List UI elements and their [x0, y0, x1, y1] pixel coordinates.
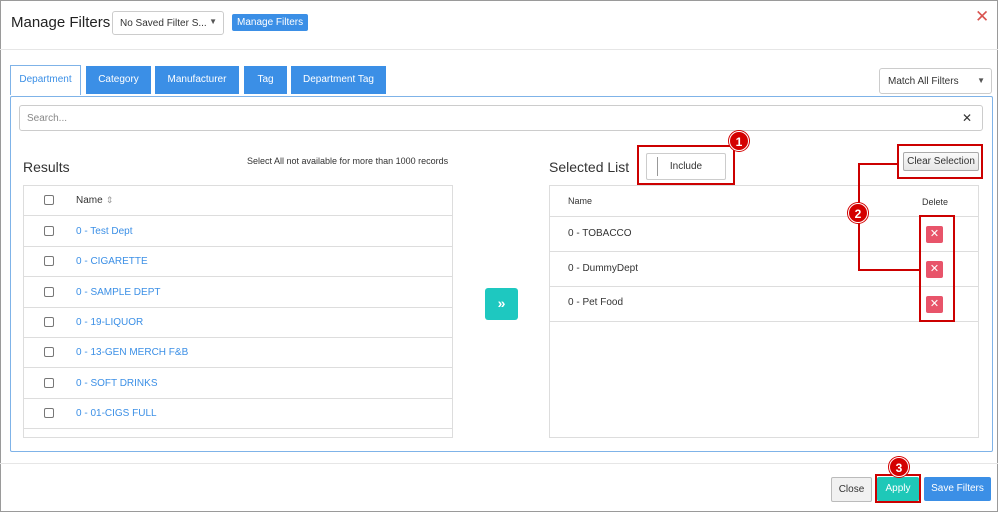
row-checkbox[interactable] — [44, 317, 54, 327]
result-item-label[interactable]: 0 - SOFT DRINKS — [76, 378, 158, 389]
select-all-checkbox[interactable] — [44, 195, 54, 205]
selected-row: 0 - TOBACCO ✕ — [550, 217, 978, 252]
annotation-box-include — [637, 145, 735, 185]
table-row[interactable]: 0 - 01-CIGS FULL — [24, 399, 452, 429]
row-checkbox[interactable] — [44, 226, 54, 236]
results-table: Name ⇕ 0 - Test Dept 0 - CIGARETTE 0 - SA… — [23, 185, 453, 438]
annotation-badge: 2 — [848, 203, 868, 223]
select-all-note: Select All not available for more than 1… — [247, 156, 449, 166]
table-row[interactable]: 0 - CIGARETTE — [24, 247, 452, 277]
selected-list-title: Selected List — [549, 159, 630, 175]
selected-name-header: Name — [568, 196, 593, 206]
annotation-box-delete — [919, 215, 955, 322]
selected-item-label: 0 - Pet Food — [568, 297, 624, 308]
selected-item-label: 0 - TOBACCO — [568, 228, 632, 239]
header-divider — [0, 49, 998, 50]
save-filters-button[interactable]: Save Filters — [924, 477, 991, 501]
result-item-label[interactable]: 0 - 13-GEN MERCH F&B — [76, 347, 188, 358]
tab-manufacturer[interactable]: Manufacturer — [155, 66, 239, 94]
table-row[interactable]: 0 - 13-GEN MERCH F&B — [24, 338, 452, 368]
results-header-row: Name ⇕ — [24, 186, 452, 216]
saved-filter-select[interactable]: No Saved Filter S... ▼ — [112, 11, 224, 35]
dialog-title: Manage Filters — [11, 14, 111, 31]
result-item-label[interactable]: 0 - 01-CIGS FULL — [76, 408, 157, 419]
caret-down-icon: ▼ — [209, 17, 217, 26]
result-item-label[interactable]: 0 - 19-LIQUOR — [76, 317, 143, 328]
row-checkbox[interactable] — [44, 347, 54, 357]
row-checkbox[interactable] — [44, 256, 54, 266]
table-row[interactable]: 0 - SOFT DRINKS — [24, 368, 452, 399]
footer-divider — [0, 463, 998, 464]
row-checkbox[interactable] — [44, 408, 54, 418]
row-checkbox[interactable] — [44, 287, 54, 297]
name-column-header[interactable]: Name ⇕ — [76, 195, 113, 206]
row-checkbox[interactable] — [44, 378, 54, 388]
close-icon[interactable]: ✕ — [975, 8, 989, 25]
selected-table: Name Delete 0 - TOBACCO ✕ 0 - DummyDept … — [549, 185, 979, 438]
annotation-badge: 1 — [729, 131, 749, 151]
manage-filters-button[interactable]: Manage Filters — [232, 14, 309, 31]
result-item-label[interactable]: 0 - CIGARETTE — [76, 256, 148, 267]
annotation-connector — [858, 269, 920, 271]
caret-down-icon: ▼ — [977, 76, 985, 85]
match-filter-select[interactable]: Match All Filters ▼ — [879, 68, 992, 94]
selected-header-row: Name Delete — [550, 186, 978, 217]
search-bar: ✕ — [19, 105, 983, 131]
sort-icon[interactable]: ⇕ — [106, 195, 114, 205]
tab-category[interactable]: Category — [86, 66, 151, 94]
annotation-badge: 3 — [889, 457, 909, 477]
close-button[interactable]: Close — [831, 477, 872, 502]
table-row[interactable]: 0 - SAMPLE DEPT — [24, 277, 452, 308]
move-to-selected-button[interactable]: » — [485, 288, 518, 320]
result-item-label[interactable]: 0 - Test Dept — [76, 226, 133, 237]
apply-button[interactable]: Apply — [877, 477, 919, 501]
match-filter-value: Match All Filters — [888, 76, 959, 87]
selected-row: 0 - Pet Food ✕ — [550, 287, 978, 322]
table-row[interactable]: 0 - 19-LIQUOR — [24, 308, 452, 338]
tab-department[interactable]: Department — [10, 65, 81, 95]
saved-filter-value: No Saved Filter S... — [120, 18, 207, 29]
table-row[interactable]: 0 - Test Dept — [24, 216, 452, 247]
annotation-connector — [858, 163, 898, 165]
tab-department-tag[interactable]: Department Tag — [291, 66, 386, 94]
results-title: Results — [23, 159, 70, 175]
clear-search-icon[interactable]: ✕ — [962, 111, 972, 125]
selected-item-label: 0 - DummyDept — [568, 263, 639, 274]
delete-column-header: Delete — [922, 197, 949, 207]
tab-tag[interactable]: Tag — [244, 66, 287, 94]
annotation-box-clear — [897, 144, 983, 179]
result-item-label[interactable]: 0 - SAMPLE DEPT — [76, 287, 160, 298]
search-input[interactable] — [20, 106, 950, 130]
